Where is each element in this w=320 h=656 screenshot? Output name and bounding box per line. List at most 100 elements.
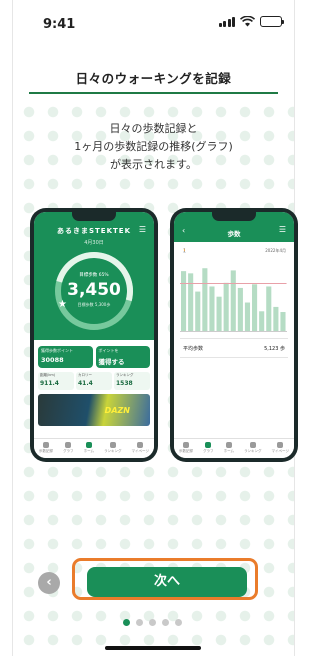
wifi-icon	[240, 16, 255, 27]
home-indicator	[104, 646, 201, 650]
tab-label: 歩数記録	[39, 448, 54, 453]
walk-icon: 🚶	[182, 248, 187, 253]
description-line-2: 1ヶ月の歩数記録の推移(グラフ)	[74, 140, 233, 153]
tab-label: 歩数記録	[179, 448, 194, 453]
step-goal: 目標歩数 5,300歩	[77, 302, 111, 307]
chart-bar	[259, 311, 265, 331]
chart-bar	[266, 286, 272, 331]
chart-bar	[244, 302, 251, 331]
banner-text: DAZN	[104, 406, 130, 415]
tab-item: 歩数記録	[179, 441, 194, 454]
phone-notch	[212, 212, 256, 221]
stat-label: カロリー	[78, 373, 92, 377]
phone-mockup-graph: ‹ 歩数 ☰ 🚶 2022年4月 平均歩数 5,123 歩 歩数記録 グラフ ホ…	[170, 208, 298, 462]
home-date: 4月30日	[84, 240, 104, 246]
graph-title: 歩数	[227, 230, 241, 238]
chart-bar	[230, 270, 236, 331]
point-card-label: 獲得歩数ポイント	[41, 348, 73, 353]
app-logo: あるきまSTEKTEK	[56, 227, 131, 235]
chart-bar	[237, 287, 243, 331]
stat-value: 911.4	[40, 380, 59, 387]
tab-item: マイページ	[271, 441, 289, 454]
phone-graph-screen: ‹ 歩数 ☰ 🚶 2022年4月 平均歩数 5,123 歩 歩数記録 グラフ ホ…	[174, 212, 294, 458]
graph-info: 🚶 2022年4月	[182, 248, 286, 254]
pager-dot	[175, 619, 182, 626]
back-button[interactable]: ‹	[38, 572, 60, 594]
header-divider	[29, 92, 278, 94]
step-count: 3,450	[67, 280, 121, 300]
tab-icon	[65, 441, 72, 448]
average-value: 5,123	[264, 346, 279, 352]
tab-icon	[43, 441, 50, 448]
phone-notch	[72, 212, 116, 221]
phone-mockup-home: あるきまSTEKTEK ☰ 4月30日 目標歩数 65% 3,450 目標歩数 …	[30, 208, 158, 462]
phone-home-screen: あるきまSTEKTEK ☰ 4月30日 目標歩数 65% 3,450 目標歩数 …	[34, 212, 154, 458]
tab-item: ホーム	[83, 441, 95, 454]
graph-tab-bar: 歩数記録 グラフ ホーム ランキング マイページ	[174, 438, 294, 458]
pager-dot	[162, 619, 169, 626]
home-tab-bar: 歩数記録 グラフ ホーム ランキング マイページ	[34, 438, 154, 458]
tab-label: グラフ	[63, 448, 74, 453]
battery-icon	[260, 16, 284, 27]
point-card: ポイントを 獲得する	[95, 346, 150, 368]
tab-icon	[249, 441, 256, 448]
next-button-highlight: 次へ	[72, 558, 258, 600]
chart-bar	[195, 291, 201, 331]
menu-icon: ☰	[278, 225, 286, 234]
graph-period: 2022年4月	[265, 248, 286, 253]
pager-dot	[136, 619, 143, 626]
page-title: 日々のウォーキングを記録	[75, 71, 232, 86]
tab-item: ホーム	[223, 441, 235, 454]
tab-icon	[277, 441, 284, 448]
stat-item: カロリー 41.4	[76, 372, 112, 390]
description-text: 日々の歩数記録と 1ヶ月の歩数記録の推移(グラフ) が表示されます。	[13, 120, 294, 174]
stats-row: 距離(km) 911.4 カロリー 41.4 ランキング 1538	[38, 372, 150, 390]
tab-item: ランキング	[244, 441, 262, 454]
next-button[interactable]: 次へ	[87, 567, 247, 597]
signal-icon	[218, 16, 235, 27]
point-card-label: ポイントを	[98, 348, 119, 353]
stat-label: ランキング	[116, 373, 134, 377]
header: 日々のウォーキングを記録	[13, 44, 294, 94]
ad-banner: DAZN	[38, 394, 150, 426]
tab-label: ホーム	[223, 448, 235, 453]
page-indicator	[0, 619, 305, 626]
average-value-wrap: 5,123 歩	[264, 345, 285, 352]
chart-bar	[223, 282, 229, 331]
chart-bar	[280, 312, 286, 331]
home-header: あるきまSTEKTEK ☰ 4月30日 目標歩数 65% 3,450 目標歩数 …	[34, 212, 154, 345]
pager-dot	[149, 619, 156, 626]
tab-icon	[205, 441, 212, 448]
tab-item: グラフ	[63, 441, 74, 454]
point-cards: 獲得歩数ポイント 30088 ポイントを 獲得する	[38, 346, 150, 368]
tab-icon	[183, 441, 190, 448]
menu-icon: ☰	[138, 225, 146, 234]
goal-label: 目標歩数 65%	[79, 273, 109, 278]
description-line-1: 日々の歩数記録と	[109, 122, 198, 135]
status-icons	[218, 16, 284, 27]
tab-label: マイページ	[131, 448, 149, 453]
tab-icon	[137, 441, 144, 448]
pager-dot	[123, 619, 130, 626]
tab-icon	[225, 441, 232, 448]
chart-bar	[216, 296, 222, 331]
tab-item: ランキング	[104, 441, 122, 454]
stat-value: 1538	[116, 380, 133, 387]
steps-bar-chart	[180, 268, 287, 332]
chart-bar	[252, 284, 258, 331]
description-line-3: が表示されます。	[110, 158, 197, 171]
average-unit: 歩	[279, 346, 285, 352]
tab-icon	[109, 441, 116, 448]
tab-item: 歩数記録	[39, 441, 54, 454]
tab-label: ホーム	[83, 448, 95, 453]
tab-icon	[85, 441, 92, 448]
chart-bar	[202, 268, 208, 331]
chart-bar	[180, 271, 187, 331]
chart-bar	[188, 273, 194, 331]
tab-label: ランキング	[104, 448, 122, 453]
tab-item: グラフ	[203, 441, 214, 454]
tab-label: グラフ	[203, 448, 214, 453]
chart-bar	[209, 286, 215, 331]
tab-label: ランキング	[244, 448, 262, 453]
tab-label: マイページ	[271, 448, 289, 453]
